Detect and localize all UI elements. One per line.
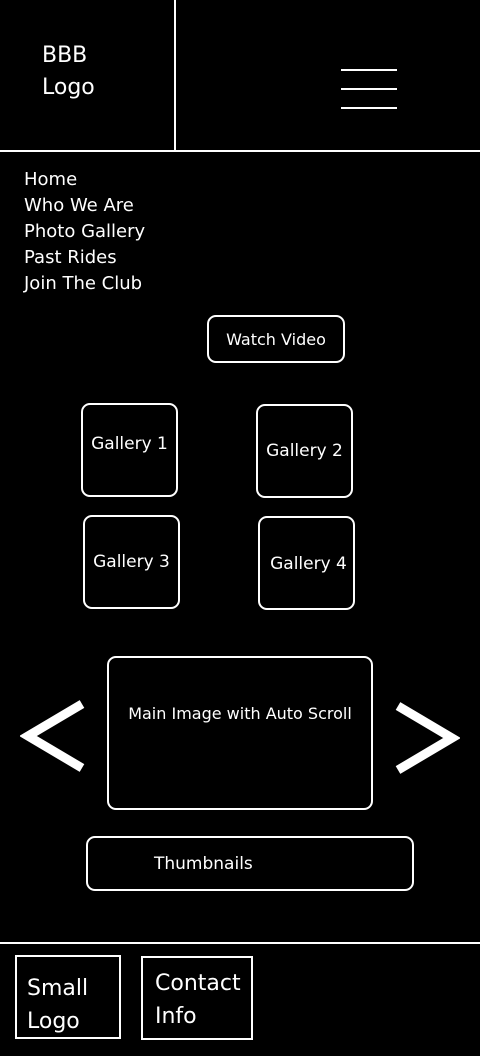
header-vertical-divider [174,0,176,150]
footer-top-divider [0,942,480,944]
nav-item-photo-gallery[interactable]: Photo Gallery [24,219,145,245]
gallery-2-button[interactable]: Gallery 2 [256,404,353,498]
gallery-1-button[interactable]: Gallery 1 [81,403,178,497]
nav-item-home[interactable]: Home [24,167,145,193]
nav-item-who-we-are[interactable]: Who We Are [24,193,145,219]
hamburger-bar [341,107,397,109]
carousel-prev-button[interactable] [19,698,86,774]
carousel-next-button[interactable] [394,700,461,776]
footer-small-logo: Small Logo [15,955,121,1039]
header-bottom-divider [0,150,480,152]
main-nav: Home Who We Are Photo Gallery Past Rides… [24,167,145,297]
gallery-3-button[interactable]: Gallery 3 [83,515,180,609]
hamburger-menu-button[interactable] [338,62,400,114]
footer-contact-info[interactable]: Contact Info [141,956,253,1040]
main-image-auto-scroll[interactable]: Main Image with Auto Scroll [107,656,373,810]
nav-item-past-rides[interactable]: Past Rides [24,245,145,271]
chevron-right-icon [395,702,461,774]
chevron-left-icon [19,700,85,772]
watch-video-button[interactable]: Watch Video [207,315,345,363]
hamburger-bar [341,88,397,90]
gallery-4-button[interactable]: Gallery 4 [258,516,355,610]
nav-item-join-the-club[interactable]: Join The Club [24,271,145,297]
thumbnails-strip[interactable]: Thumbnails [86,836,414,891]
site-logo: BBB Logo [42,43,95,100]
hamburger-menu-icon [341,69,397,71]
